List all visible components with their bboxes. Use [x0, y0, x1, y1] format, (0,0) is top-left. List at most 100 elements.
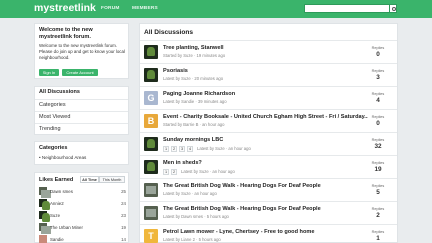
like-count: 23 — [121, 212, 126, 218]
tab-this-month[interactable]: This Month — [99, 176, 125, 183]
page-link[interactable]: 1 — [163, 169, 170, 175]
category-neighbourhood-areas[interactable]: • Neighbourhood Areas — [39, 155, 86, 160]
menu-trending[interactable]: Trending — [35, 123, 128, 135]
discussion-title[interactable]: Event - Charity Booksale - United Church… — [163, 114, 368, 120]
discussion-row[interactable]: Psoriasis Latest by Suze · 20 minutes ag… — [140, 63, 397, 86]
replies-count: 3 — [376, 74, 380, 81]
user-name: Sandie — [50, 236, 64, 242]
like-count: 19 — [121, 224, 126, 230]
discussion-row[interactable]: Sunday mornings LBC 1 2 3 4 Latest by Su… — [140, 132, 397, 155]
user-name: The Urban Miner — [50, 224, 83, 230]
discussion-row[interactable]: Tree planting, Stanwell Started by Suze … — [140, 40, 397, 63]
discussion-title[interactable]: Paging Joanne Richardson — [163, 91, 368, 97]
welcome-text: Welcome to the new mystreetlink forum. P… — [39, 43, 125, 60]
discussion-row[interactable]: B Event - Charity Booksale - United Chur… — [140, 109, 397, 132]
replies-count: 2 — [376, 212, 380, 219]
replies-label: Replies — [371, 138, 385, 142]
discussion-row[interactable]: The Great British Dog Walk - Hearing Dog… — [140, 178, 397, 201]
user-name: Dawn smes — [50, 188, 73, 194]
likes-earned-panel: Likes Earned All Time This Month Dawn sm… — [34, 172, 129, 243]
page-link[interactable]: 2 — [171, 169, 178, 175]
nav-members-link[interactable]: MEMBERS — [132, 6, 158, 11]
discussion-menu: All Discussions Categories Most Viewed T… — [34, 86, 129, 135]
discussion-meta: Latest by Sandie · 39 minutes ago — [163, 99, 227, 104]
replies-label: Replies — [371, 184, 385, 188]
tab-all-time[interactable]: All Time — [80, 176, 99, 183]
search-button[interactable] — [389, 4, 397, 13]
create-account-button[interactable]: Create Account — [62, 69, 98, 76]
discussion-title[interactable]: Sunday mornings LBC — [163, 137, 368, 143]
discussion-meta: Latest by Liane 2 · 5 hours ago — [163, 237, 221, 242]
menu-all-discussions[interactable]: All Discussions — [35, 87, 128, 99]
discussion-row[interactable]: The Great British Dog Walk - Hearing Dog… — [140, 201, 397, 224]
user-name: Suze — [50, 212, 61, 218]
discussion-meta: Latest by Dawn smes · 5 hours ago — [163, 214, 229, 219]
like-count: 25 — [121, 188, 126, 194]
page-link[interactable]: 3 — [179, 146, 186, 152]
discussion-title[interactable]: Psoriasis — [163, 68, 368, 74]
discussion-row[interactable]: G Paging Joanne Richardson Latest by San… — [140, 86, 397, 109]
avatar: G — [144, 91, 158, 105]
avatar — [144, 160, 158, 174]
site-logo[interactable]: mystreetlink — [34, 2, 96, 14]
menu-most-viewed[interactable]: Most Viewed — [35, 111, 128, 123]
sign-in-button[interactable]: Sign In — [39, 69, 59, 76]
leaderboard-row[interactable]: Sandie 14 — [39, 235, 126, 243]
discussion-title[interactable]: The Great British Dog Walk - Hearing Dog… — [163, 183, 368, 189]
discussion-title[interactable]: Petrol Lawn mower - Lyne, Chertsey - Fre… — [163, 229, 368, 235]
like-count: 24 — [121, 200, 126, 206]
leaderboard-row[interactable]: Dawn smes 25 — [39, 187, 126, 198]
replies-label: Replies — [371, 161, 385, 165]
avatar — [144, 68, 158, 82]
replies-count: 4 — [376, 97, 380, 104]
discussion-meta: Started by Barrie B · an hour ago — [163, 122, 225, 127]
page-link[interactable]: 1 — [163, 146, 170, 152]
replies-count: 19 — [374, 166, 382, 173]
user-name: Annie2 — [50, 200, 64, 206]
search-input[interactable] — [304, 4, 390, 13]
discussion-title[interactable]: Tree planting, Stanwell — [163, 45, 368, 51]
avatar — [144, 45, 158, 59]
search-icon — [391, 6, 396, 11]
page-link[interactable]: 4 — [187, 146, 194, 152]
replies-count: 1 — [376, 235, 380, 242]
discussion-meta: Latest by Suze · 20 minutes ago — [163, 76, 224, 81]
replies-label: Replies — [371, 46, 385, 50]
discussion-title[interactable]: Men in sheds? — [163, 160, 368, 166]
avatar — [39, 211, 50, 222]
discussion-row[interactable]: Men in sheds? 1 2 Latest by Suze · an ho… — [140, 155, 397, 178]
replies-label: Replies — [371, 230, 385, 234]
discussion-title[interactable]: The Great British Dog Walk - Hearing Dog… — [163, 206, 368, 212]
avatar — [39, 223, 51, 234]
avatar — [144, 206, 158, 220]
avatar: B — [144, 114, 158, 128]
replies-count: 5 — [376, 189, 380, 196]
page-title: All Discussions — [144, 29, 194, 36]
leaderboard-row[interactable]: The Urban Miner 19 — [39, 223, 126, 234]
avatar — [39, 235, 47, 243]
avatar — [39, 187, 51, 198]
replies-label: Replies — [371, 92, 385, 96]
menu-categories[interactable]: Categories — [35, 99, 128, 111]
page-link[interactable]: 2 — [171, 146, 178, 152]
replies-count: 0 — [376, 120, 380, 127]
discussion-meta: Latest by Suze · an hour ago — [181, 169, 235, 174]
leaderboard-row[interactable]: Annie2 24 — [39, 199, 126, 210]
discussion-meta: Latest by Suze · an hour ago — [163, 191, 217, 196]
nav-forum-link[interactable]: FORUM — [101, 6, 120, 11]
replies-label: Replies — [371, 207, 385, 211]
avatar — [39, 199, 50, 210]
avatar — [144, 183, 158, 197]
categories-title: Categories — [39, 145, 68, 151]
avatar: T — [144, 229, 158, 243]
categories-panel: Categories • Neighbourhood Areas — [34, 141, 129, 165]
discussion-meta: Started by Suze · 19 minutes ago — [163, 53, 226, 58]
like-count: 14 — [121, 236, 126, 242]
discussion-row[interactable]: T Petrol Lawn mower - Lyne, Chertsey - F… — [140, 224, 397, 243]
likes-earned-title: Likes Earned — [39, 177, 74, 183]
discussion-meta: Latest by Suze · an hour ago — [197, 146, 251, 151]
welcome-panel: Welcome to the new mystreetlink forum. W… — [34, 23, 129, 79]
avatar — [144, 137, 158, 151]
replies-label: Replies — [371, 115, 385, 119]
leaderboard-row[interactable]: Suze 23 — [39, 211, 126, 222]
